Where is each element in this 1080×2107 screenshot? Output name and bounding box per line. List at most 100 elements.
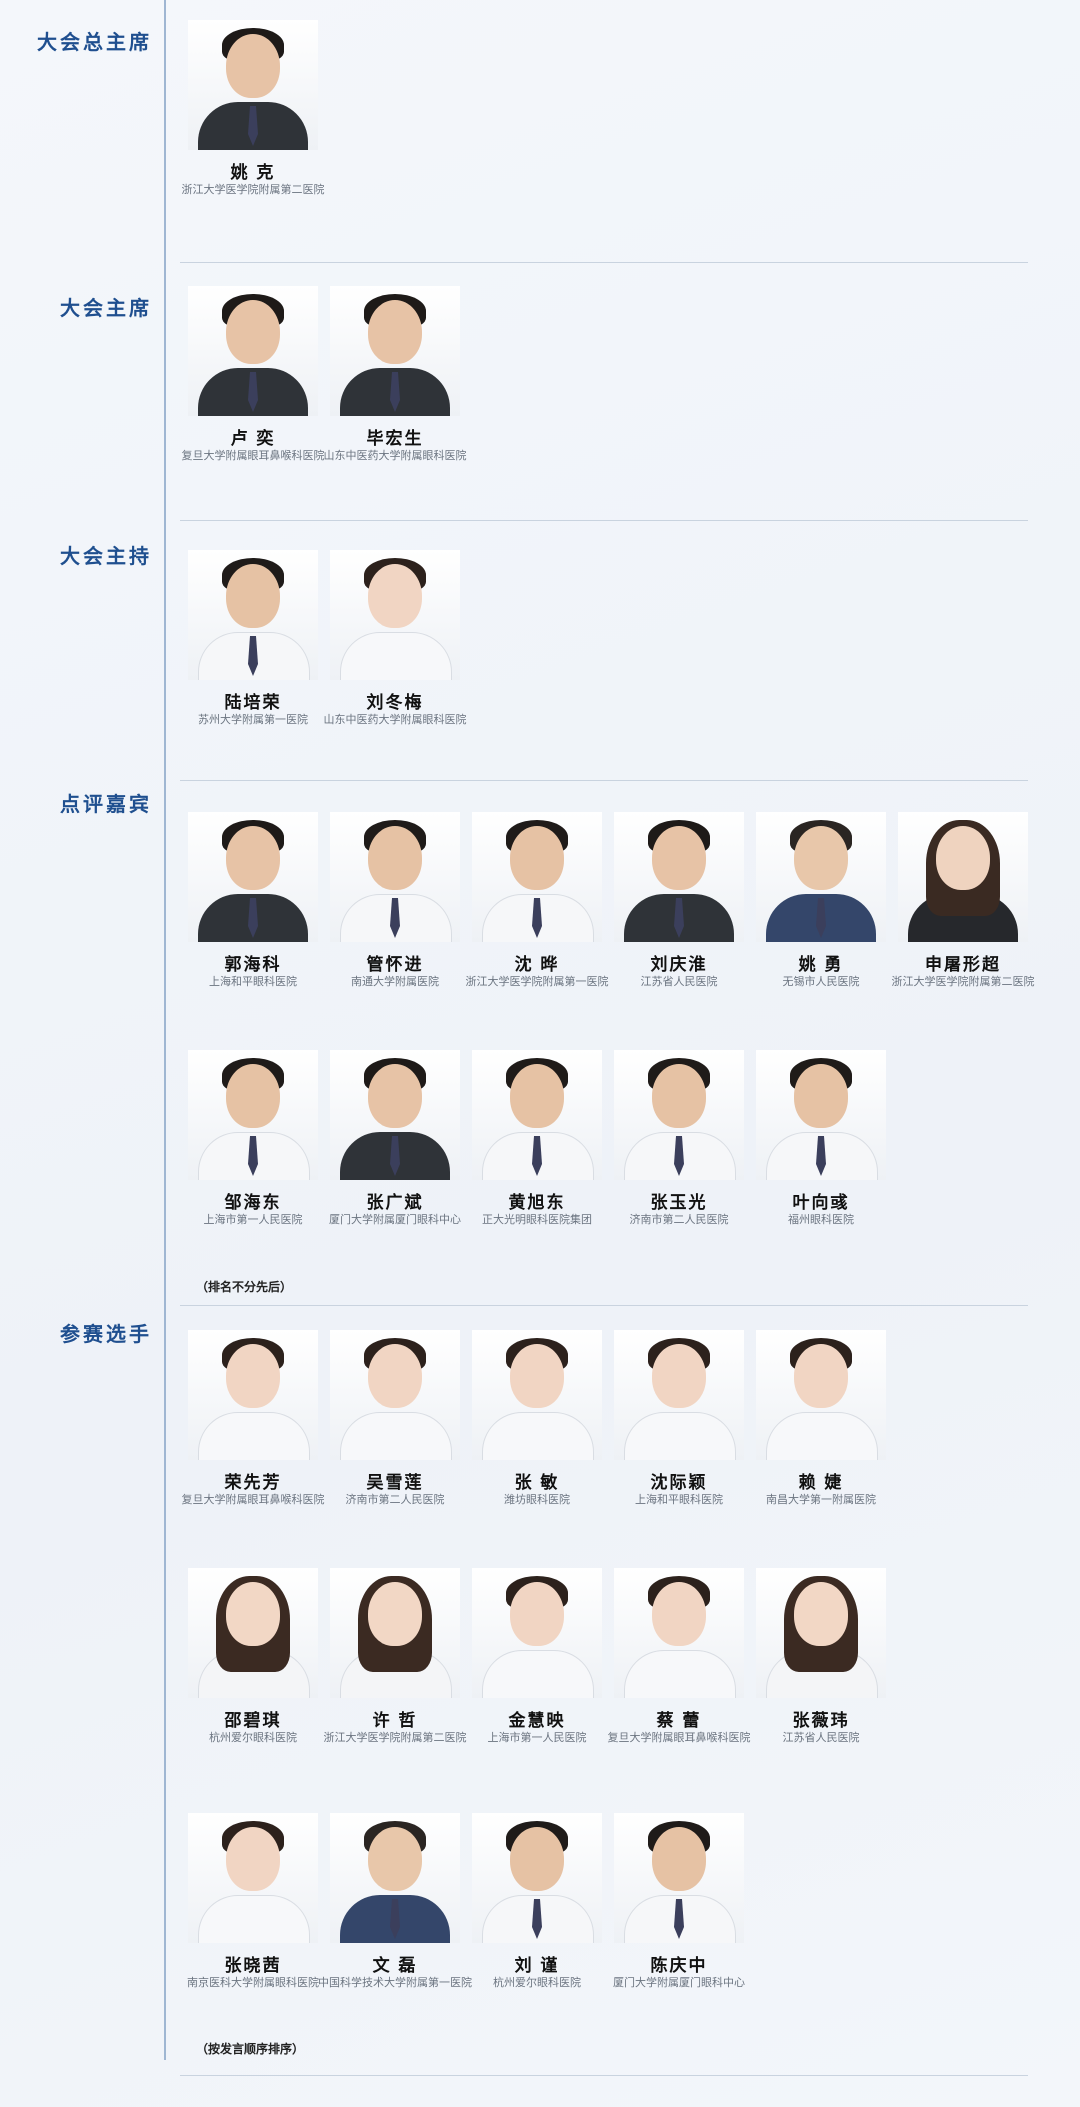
person-name: 沈 晔 — [514, 955, 560, 974]
person-hospital: 江苏省人民医院 — [782, 1732, 860, 1744]
person-name: 刘庆淮 — [650, 955, 708, 974]
person-name: 张广斌 — [366, 1193, 424, 1212]
order-note: （按发言顺序排序） — [196, 2042, 305, 2056]
person-name: 毕宏生 — [366, 429, 424, 448]
person-name: 沈际颖 — [650, 1473, 708, 1492]
person-hospital: 山东中医药大学附属眼科医院 — [323, 714, 467, 726]
person-photo — [330, 1813, 460, 1943]
person-hospital: 南昌大学第一附属医院 — [766, 1494, 876, 1506]
person-name: 刘冬梅 — [366, 693, 424, 712]
person-hospital: 浙江大学医学院附属第二医院 — [891, 976, 1035, 988]
person-photo — [472, 1568, 602, 1698]
person-photo — [330, 286, 460, 416]
person-name: 郭海科 — [224, 955, 282, 974]
section-title: 大会总主席 — [37, 32, 152, 54]
section-divider — [180, 780, 1028, 781]
person-photo — [330, 1568, 460, 1698]
timeline-line — [164, 0, 166, 2060]
person-photo — [330, 550, 460, 680]
person-photo — [756, 1568, 886, 1698]
person-photo — [472, 812, 602, 942]
person-name: 姚 克 — [230, 163, 276, 182]
person-hospital: 潍坊眼科医院 — [504, 1494, 570, 1506]
person-hospital: 复旦大学附属眼耳鼻喉科医院 — [181, 1494, 325, 1506]
person-hospital: 南通大学附属医院 — [351, 976, 439, 988]
person-hospital: 福州眼科医院 — [788, 1214, 854, 1226]
person-hospital: 浙江大学医学院附属第二医院 — [323, 1732, 467, 1744]
person-photo — [188, 1813, 318, 1943]
person-photo — [188, 550, 318, 680]
person-hospital: 浙江大学医学院附属第二医院 — [181, 184, 325, 196]
person-photo — [614, 1050, 744, 1180]
person-name: 张薇玮 — [792, 1711, 850, 1730]
person-hospital: 济南市第二人民医院 — [345, 1494, 445, 1506]
section-divider — [180, 262, 1028, 263]
person-name: 许 哲 — [372, 1711, 418, 1730]
person-hospital: 济南市第二人民医院 — [629, 1214, 729, 1226]
person-hospital: 上海和平眼科医院 — [209, 976, 297, 988]
person-name: 荣先芳 — [224, 1473, 282, 1492]
person-name: 赖 婕 — [798, 1473, 844, 1492]
person-name: 蔡 蕾 — [656, 1711, 702, 1730]
people-row: 郭海科上海和平眼科医院 管怀进南通大学附属医院 沈 晔浙江大学医学院附属第一医院 刘庆… — [182, 812, 1035, 1042]
person-hospital: 无锡市人民医院 — [782, 976, 860, 988]
person-name: 申屠形超 — [925, 955, 1001, 974]
section-divider — [180, 520, 1028, 521]
person-photo — [188, 1568, 318, 1698]
person-hospital: 江苏省人民医院 — [640, 976, 718, 988]
people-row: 卢 奕复旦大学附属眼耳鼻喉科医院 毕宏生 山东中医药大学附属眼科医院 — [182, 286, 467, 516]
person-name: 黄旭东 — [508, 1193, 566, 1212]
person-photo — [614, 812, 744, 942]
person-name: 吴雪莲 — [366, 1473, 424, 1492]
person-name: 文 磊 — [372, 1956, 418, 1975]
person-hospital: 浙江大学医学院附属第一医院 — [465, 976, 609, 988]
people-row: 荣先芳复旦大学附属眼耳鼻喉科医院 吴雪莲济南市第二人民医院 张 敏潍坊眼科医院 沈际颖… — [182, 1330, 892, 1560]
people-row: 邵碧琪杭州爱尔眼科医院 许 哲浙江大学医学院附属第二医院 金慧映上海市第一人民医院 蔡… — [182, 1568, 892, 1798]
person-name: 邵碧琪 — [224, 1711, 282, 1730]
section-title: 参赛选手 — [60, 1324, 152, 1346]
person-name: 卢 奕 — [230, 429, 276, 448]
person-photo — [756, 812, 886, 942]
person-hospital: 上海市第一人民医院 — [487, 1732, 587, 1744]
person-hospital: 厦门大学附属厦门眼科中心 — [329, 1214, 461, 1226]
person-photo — [330, 1050, 460, 1180]
section-divider — [180, 1305, 1028, 1306]
person-hospital: 中国科学技术大学附属第一医院 — [318, 1977, 472, 1989]
people-row: 姚 克浙江大学医学院附属第二医院 — [182, 20, 325, 250]
person-photo — [614, 1568, 744, 1698]
person-photo — [330, 1330, 460, 1460]
person-name: 张 敏 — [514, 1473, 560, 1492]
person-photo — [472, 1050, 602, 1180]
person-hospital: 厦门大学附属厦门眼科中心 — [613, 1977, 745, 1989]
person-hospital: 杭州爱尔眼科医院 — [209, 1732, 297, 1744]
people-row: 陆培荣 苏州大学附属第一医院 刘冬梅 山东中医药大学附属眼科医院 — [182, 550, 467, 780]
people-row: 张晓茜南京医科大学附属眼科医院 文 磊中国科学技术大学附属第一医院 刘 谨杭州爱尔眼… — [182, 1813, 750, 2043]
person-hospital: 上海市第一人民医院 — [203, 1214, 303, 1226]
section-title: 点评嘉宾 — [60, 794, 152, 816]
person-hospital: 南京医科大学附属眼科医院 — [187, 1977, 319, 1989]
person-photo — [188, 1330, 318, 1460]
section-divider — [180, 2075, 1028, 2076]
section-title: 大会主席 — [60, 298, 152, 320]
person-photo — [188, 812, 318, 942]
person-hospital: 杭州爱尔眼科医院 — [493, 1977, 581, 1989]
person-name: 刘 谨 — [514, 1956, 560, 1975]
person-photo — [330, 812, 460, 942]
person-name: 姚 勇 — [798, 955, 844, 974]
person-name: 邹海东 — [224, 1193, 282, 1212]
person-photo — [614, 1330, 744, 1460]
person-hospital: 山东中医药大学附属眼科医院 — [323, 450, 467, 462]
person-name: 叶向彧 — [792, 1193, 850, 1212]
section-title: 大会主持 — [60, 546, 152, 568]
person-photo — [898, 812, 1028, 942]
person-photo — [188, 20, 318, 150]
person-hospital: 上海和平眼科医院 — [635, 1494, 723, 1506]
person-hospital: 复旦大学附属眼耳鼻喉科医院 — [607, 1732, 751, 1744]
person-photo — [756, 1330, 886, 1460]
person-photo — [472, 1330, 602, 1460]
person-photo — [188, 1050, 318, 1180]
person-name: 金慧映 — [508, 1711, 566, 1730]
person-name: 张玉光 — [650, 1193, 708, 1212]
person-name: 张晓茜 — [224, 1956, 282, 1975]
person-name: 管怀进 — [366, 955, 424, 974]
